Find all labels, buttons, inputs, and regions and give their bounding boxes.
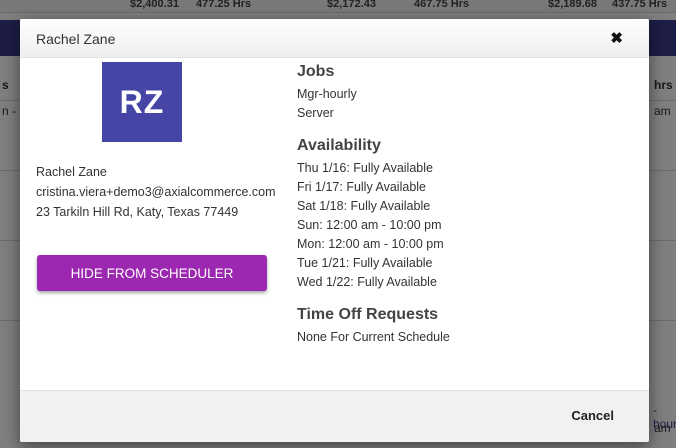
- availability-item: Sun: 12:00 am - 10:00 pm: [297, 218, 442, 232]
- modal-title: Rachel Zane: [36, 31, 116, 47]
- jobs-section: Jobs Mgr-hourly Server: [297, 63, 450, 123]
- employee-address: 23 Tarkiln Hill Rd, Katy, Texas 77449: [36, 205, 239, 219]
- employee-modal: Rachel Zane ✖ RZ Rachel Zane cristina.vi…: [20, 19, 649, 442]
- time-off-section: Time Off Requests None For Current Sched…: [297, 306, 450, 347]
- job-item: Server: [297, 106, 334, 120]
- availability-item: Thu 1/16: Fully Available: [297, 161, 433, 175]
- availability-item: Sat 1/18: Fully Available: [297, 199, 431, 213]
- availability-item: Mon: 12:00 am - 10:00 pm: [297, 237, 444, 251]
- availability-item: Fri 1/17: Fully Available: [297, 180, 426, 194]
- employee-email: cristina.viera+demo3@axialcommerce.com: [36, 185, 276, 199]
- contact-info: Rachel Zane cristina.viera+demo3@axialco…: [36, 162, 276, 222]
- close-icon[interactable]: ✖: [610, 29, 623, 47]
- job-item: Mgr-hourly: [297, 87, 357, 101]
- availability-section: Availability Thu 1/16: Fully Available F…: [297, 137, 450, 292]
- employee-name: Rachel Zane: [36, 165, 107, 179]
- hide-from-scheduler-button[interactable]: HIDE FROM SCHEDULER: [37, 255, 267, 291]
- cancel-button[interactable]: Cancel: [565, 407, 620, 424]
- modal-footer: Cancel: [20, 390, 649, 442]
- availability-item: Tue 1/21: Fully Available: [297, 256, 433, 270]
- employee-details: Jobs Mgr-hourly Server Availability Thu …: [297, 63, 450, 361]
- availability-heading: Availability: [297, 137, 381, 154]
- jobs-heading: Jobs: [297, 63, 335, 80]
- time-off-text: None For Current Schedule: [297, 330, 450, 344]
- time-off-heading: Time Off Requests: [297, 306, 439, 323]
- modal-header: Rachel Zane ✖: [20, 19, 649, 58]
- avatar: RZ: [102, 62, 182, 142]
- availability-item: Wed 1/22: Fully Available: [297, 275, 437, 289]
